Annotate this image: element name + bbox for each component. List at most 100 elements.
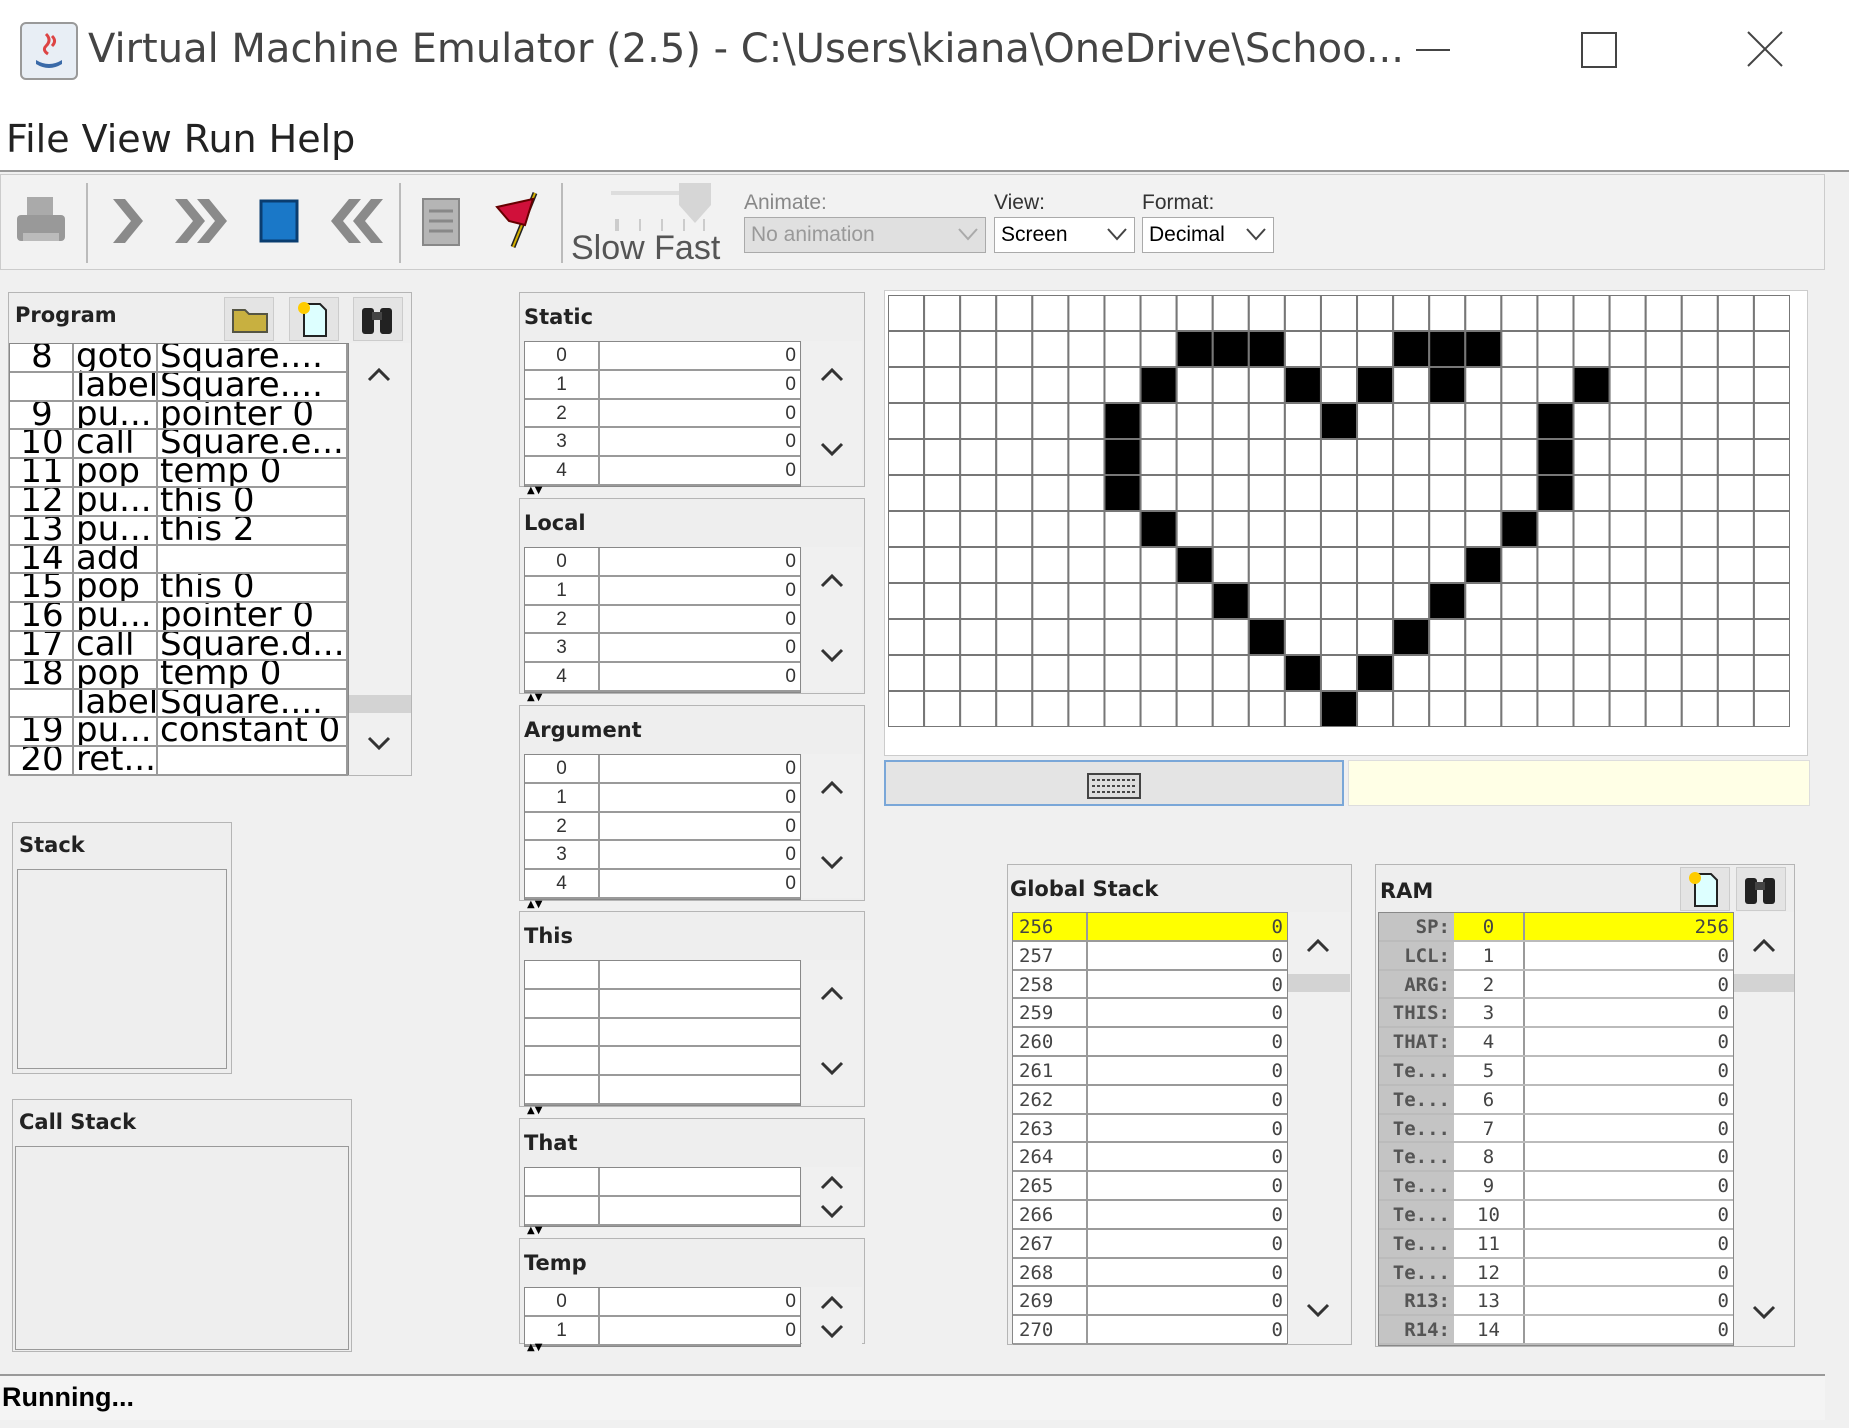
argument-row[interactable]: 40 — [525, 870, 800, 899]
value[interactable]: 0 — [600, 1288, 800, 1315]
scroll-up-icon[interactable] — [820, 1295, 844, 1311]
minimize-button[interactable] — [1398, 20, 1468, 80]
value[interactable]: 0 — [1088, 1287, 1287, 1314]
value[interactable]: 0 — [1088, 942, 1287, 969]
scroll-up-icon[interactable] — [1752, 938, 1776, 954]
value[interactable]: 0 — [1088, 1316, 1287, 1343]
program-row[interactable]: label Square.... — [10, 689, 348, 719]
close-button[interactable] — [1730, 20, 1800, 80]
static-row[interactable]: 20 — [525, 399, 800, 429]
scroll-up-icon[interactable] — [820, 573, 844, 589]
value[interactable]: 0 — [600, 755, 800, 782]
value[interactable]: 0 — [1525, 1229, 1733, 1257]
global-stack-row[interactable]: 265 0 — [1013, 1172, 1287, 1201]
program-row[interactable]: 18 pop temp 0 — [10, 660, 348, 690]
ram-row[interactable]: SP: 0 256 — [1379, 913, 1733, 942]
program-row[interactable]: 9 pu... pointer 0 — [10, 401, 348, 431]
ram-row[interactable]: Te... 11 0 — [1379, 1229, 1733, 1259]
scroll-down-icon[interactable] — [1306, 1302, 1330, 1318]
value[interactable]: 0 — [1525, 1258, 1733, 1286]
this-row[interactable] — [525, 961, 800, 990]
ram-row[interactable]: Te... 8 0 — [1379, 1143, 1733, 1173]
static-row[interactable]: 40 — [525, 457, 800, 486]
global-stack-row[interactable]: 268 0 — [1013, 1258, 1287, 1288]
value[interactable]: 0 — [1088, 1028, 1287, 1055]
load-program-button[interactable] — [13, 193, 69, 253]
value[interactable]: 0 — [1525, 941, 1733, 969]
global-stack-row[interactable]: 267 0 — [1013, 1229, 1287, 1259]
local-row[interactable]: 30 — [525, 634, 800, 664]
global-stack-row[interactable]: 263 0 — [1013, 1114, 1287, 1144]
run-button[interactable] — [171, 193, 235, 253]
value[interactable]: 0 — [1088, 1172, 1287, 1199]
scroll-down-icon[interactable] — [820, 441, 844, 457]
program-row[interactable]: 12 pu... this 0 — [10, 488, 348, 517]
value[interactable]: 0 — [1525, 1028, 1733, 1055]
scroll-down-icon[interactable] — [820, 854, 844, 870]
this-row[interactable] — [525, 1018, 800, 1048]
static-scrollbar[interactable] — [802, 341, 862, 485]
value[interactable]: 0 — [600, 663, 800, 690]
temp-row[interactable]: 00 — [525, 1288, 800, 1317]
value[interactable]: 0 — [1525, 1316, 1733, 1343]
value[interactable]: 0 — [1525, 970, 1733, 998]
global-stack-row[interactable]: 261 0 — [1013, 1057, 1287, 1086]
ram-row[interactable]: THIS: 3 0 — [1379, 999, 1733, 1029]
value[interactable]: 0 — [600, 813, 800, 840]
temp-scrollbar[interactable] — [802, 1287, 862, 1345]
view-dropdown[interactable]: Screen — [994, 217, 1135, 253]
this-row[interactable] — [525, 1047, 800, 1077]
scroll-up-icon[interactable] — [1306, 938, 1330, 954]
menu-file[interactable]: File — [6, 106, 70, 172]
value[interactable]: 0 — [600, 1317, 800, 1344]
stop-button[interactable] — [259, 199, 301, 249]
value[interactable]: 0 — [1525, 999, 1733, 1027]
argument-row[interactable]: 30 — [525, 841, 800, 871]
scroll-up-icon[interactable] — [820, 780, 844, 796]
ram-row[interactable]: ARG: 2 0 — [1379, 970, 1733, 1000]
split-pane-divider[interactable]: ▲▼ — [527, 1225, 542, 1236]
split-pane-divider[interactable]: ▲▼ — [527, 899, 542, 910]
ram-row[interactable]: Te... 7 0 — [1379, 1114, 1733, 1144]
value[interactable]: 0 — [1525, 1057, 1733, 1084]
program-row[interactable]: 8 goto Square.... — [10, 344, 348, 373]
split-pane-divider[interactable]: ▲▼ — [527, 485, 542, 496]
value[interactable]: 0 — [1088, 1259, 1287, 1286]
ram-load-button[interactable] — [1680, 867, 1730, 911]
ram-row[interactable]: THAT: 4 0 — [1379, 1028, 1733, 1057]
speed-slider[interactable] — [607, 181, 717, 233]
scroll-down-icon[interactable] — [820, 1323, 844, 1339]
local-row[interactable]: 20 — [525, 605, 800, 635]
program-row[interactable]: 11 pop temp 0 — [10, 459, 348, 488]
value[interactable]: 0 — [1088, 1143, 1287, 1170]
argument-row[interactable]: 10 — [525, 783, 800, 813]
split-pane-divider[interactable]: ▲▼ — [527, 692, 542, 703]
scroll-up-icon[interactable] — [820, 367, 844, 383]
scroll-down-icon[interactable] — [367, 735, 391, 751]
value[interactable]: 0 — [600, 548, 800, 575]
global-stack-row[interactable]: 262 0 — [1013, 1085, 1287, 1115]
program-scrollbar[interactable] — [349, 343, 411, 775]
global-stack-row[interactable]: 259 0 — [1013, 999, 1287, 1029]
value[interactable] — [600, 1168, 800, 1195]
that-scrollbar[interactable] — [802, 1167, 862, 1225]
value[interactable]: 0 — [600, 606, 800, 633]
find-button[interactable] — [353, 297, 403, 341]
value[interactable]: 0 — [600, 457, 800, 484]
menu-view[interactable]: View — [82, 106, 172, 172]
value[interactable]: 0 — [600, 841, 800, 868]
argument-row[interactable]: 20 — [525, 812, 800, 842]
value[interactable]: 0 — [600, 784, 800, 811]
value[interactable]: 0 — [600, 577, 800, 604]
value[interactable]: 0 — [1088, 971, 1287, 998]
static-row[interactable]: 10 — [525, 370, 800, 400]
value[interactable]: 0 — [1525, 1201, 1733, 1228]
value[interactable] — [600, 1197, 800, 1224]
value[interactable]: 0 — [1088, 913, 1287, 940]
value[interactable]: 0 — [600, 371, 800, 398]
ram-scrollbar[interactable] — [1734, 912, 1794, 1346]
argument-scrollbar[interactable] — [802, 754, 862, 898]
ram-row[interactable]: R13: 13 0 — [1379, 1287, 1733, 1317]
scrollbar-thumb[interactable] — [1734, 974, 1794, 992]
ram-row[interactable]: R14: 14 0 — [1379, 1316, 1733, 1345]
